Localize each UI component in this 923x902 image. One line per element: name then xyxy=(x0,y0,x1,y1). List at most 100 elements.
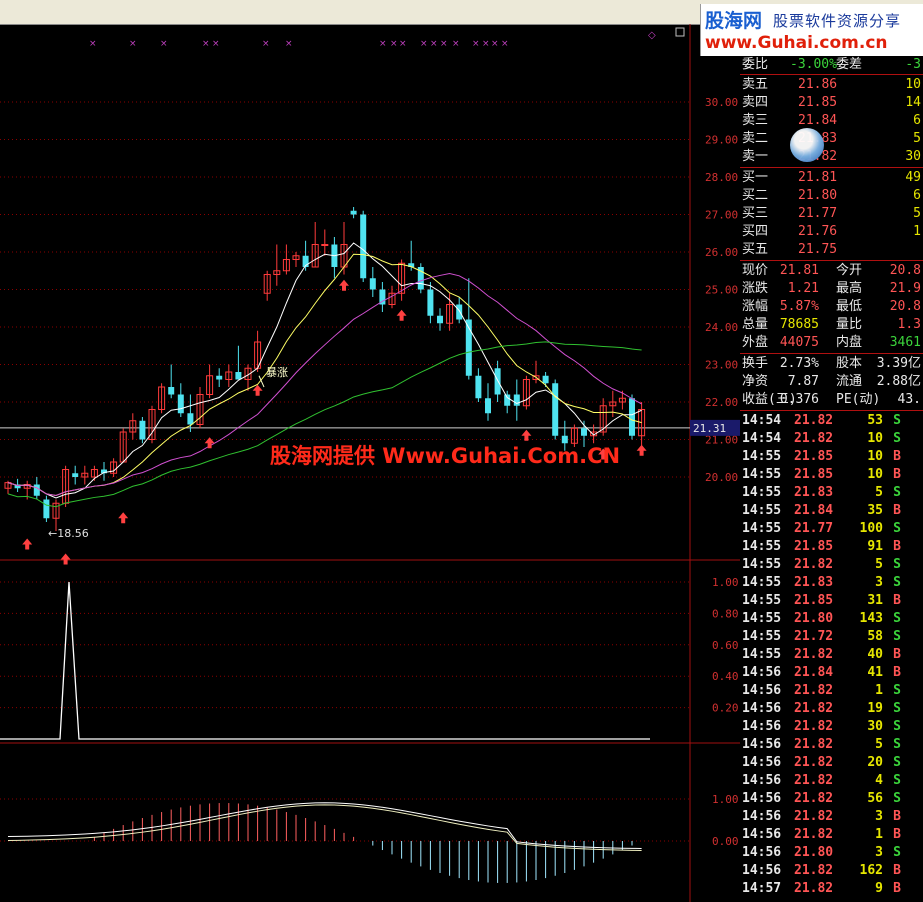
tick-side: B xyxy=(893,647,901,662)
tick-volume: 5 xyxy=(875,485,883,500)
tick-time: 14:54 xyxy=(742,413,782,428)
candle-body-down xyxy=(437,315,443,324)
top-signal-marker: × xyxy=(379,39,387,49)
tick-volume: 5 xyxy=(875,737,883,752)
tick-row: 14:57 21.82 9 B xyxy=(740,880,923,898)
tick-price: 21.80 xyxy=(794,845,834,860)
tick-price: 21.82 xyxy=(794,827,834,842)
top-signal-marker: × xyxy=(482,39,490,49)
tick-time: 14:56 xyxy=(742,773,782,788)
tick-time: 14:55 xyxy=(742,557,782,572)
tick-price: 21.82 xyxy=(794,791,834,806)
tick-row: 14:56 21.82 19 S xyxy=(740,700,923,718)
tick-row: 14:55 21.77 100 S xyxy=(740,520,923,538)
fund-value-2: 43. xyxy=(897,392,921,407)
tick-time: 14:55 xyxy=(742,539,782,554)
buy-price: 21.75 xyxy=(798,242,838,257)
tick-volume: 10 xyxy=(867,449,883,464)
fund-label: 净资 xyxy=(742,374,769,389)
tick-side: S xyxy=(893,737,901,752)
buy-volume: 1 xyxy=(913,224,921,239)
tick-side: B xyxy=(893,665,901,680)
tick-side: S xyxy=(893,701,901,716)
top-signal-marker: × xyxy=(212,39,220,49)
stat-value-2: 3461 xyxy=(889,335,921,350)
ind1-axis-label: 0.20 xyxy=(712,702,739,715)
price-axis-label: 29.00 xyxy=(705,134,738,147)
tick-volume: 143 xyxy=(859,611,883,626)
main-price-chart: × × × × × × × × × × × × × × × × × ×◇←18.56暴涨 xyxy=(0,27,690,565)
order-ratio-row: 委比 -3.00% 委差 -3 xyxy=(740,56,923,74)
price-axis-label: 23.00 xyxy=(705,359,738,372)
sell-level-row: 卖二21.835 xyxy=(740,130,923,148)
tick-side: S xyxy=(893,755,901,770)
current-price-tag: 21.31 xyxy=(693,422,726,435)
tick-time: 14:56 xyxy=(742,863,782,878)
tick-price: 21.82 xyxy=(794,647,834,662)
tick-volume: 30 xyxy=(867,719,883,734)
low-price-label: ←18.56 xyxy=(48,527,89,540)
tick-time: 14:56 xyxy=(742,827,782,842)
sell-level-label: 卖三 xyxy=(742,113,769,128)
candle-body-down xyxy=(72,473,79,477)
stat-label-2: 最高 xyxy=(836,281,863,296)
tick-price: 21.82 xyxy=(794,881,834,896)
ratio-diff-value: -3 xyxy=(905,57,921,72)
tick-volume: 53 xyxy=(867,413,883,428)
tick-side: S xyxy=(893,719,901,734)
tick-row: 14:54 21.82 10 S xyxy=(740,430,923,448)
tick-row: 14:56 21.82 1 B xyxy=(740,826,923,844)
tick-volume: 9 xyxy=(875,881,883,896)
candle-body-down xyxy=(542,375,549,384)
candle-body-down xyxy=(177,394,184,414)
price-axis-label: 20.00 xyxy=(705,471,738,484)
top-signal-marker: × xyxy=(202,39,210,49)
price-axis-label: 28.00 xyxy=(705,171,738,184)
stat-value: 44075 xyxy=(779,335,819,350)
tick-volume: 40 xyxy=(867,647,883,662)
tick-volume: 91 xyxy=(867,539,883,554)
stat-value: 78685 xyxy=(779,317,819,332)
sell-volume: 6 xyxy=(913,113,921,128)
tick-row: 14:56 21.82 162 B xyxy=(740,862,923,880)
candle-body-down xyxy=(187,413,194,425)
tick-price: 21.84 xyxy=(794,503,834,518)
tick-side: B xyxy=(893,449,901,464)
panel-separator xyxy=(740,74,923,75)
top-signal-marker: × xyxy=(440,39,448,49)
chart-axes: 30.00 29.00 28.00 27.00 26.00 25.00 24.00 23.00… xyxy=(690,96,740,848)
fund-label-2: PE(动) xyxy=(836,392,881,407)
candle-body-down xyxy=(33,484,40,496)
tick-price: 21.82 xyxy=(794,557,834,572)
tick-time: 14:56 xyxy=(742,791,782,806)
corner-box-icon xyxy=(675,27,685,37)
tick-time: 14:55 xyxy=(742,485,782,500)
buy-volume: 5 xyxy=(913,206,921,221)
sell-level-label: 卖四 xyxy=(742,95,769,110)
candle-body-down xyxy=(456,304,463,320)
candle-body-down xyxy=(494,368,501,395)
top-signal-marker: × xyxy=(472,39,480,49)
sell-price: 21.86 xyxy=(798,77,838,92)
tick-side: S xyxy=(893,413,901,428)
tick-volume: 100 xyxy=(859,521,883,536)
candle-body-down xyxy=(485,398,491,414)
tick-row: 14:55 21.85 10 B xyxy=(740,466,923,484)
tick-time: 14:56 xyxy=(742,719,782,734)
tick-time: 14:54 xyxy=(742,431,782,446)
buy-price: 21.80 xyxy=(798,188,838,203)
tick-row: 14:56 21.82 3 B xyxy=(740,808,923,826)
ratio-label: 委比 xyxy=(742,57,769,72)
buy-level-row: 买五 21.75 xyxy=(740,241,923,259)
buy-level-row: 买一 21.81 49 xyxy=(740,169,923,187)
ind1-signal-line xyxy=(0,581,650,740)
tick-price: 21.82 xyxy=(794,719,834,734)
buy-volume: 49 xyxy=(905,170,921,185)
candle-body-down xyxy=(475,375,482,399)
stat-value-2: 21.9 xyxy=(889,281,921,296)
ind1-axis-label: 0.80 xyxy=(712,607,739,620)
tick-price: 21.83 xyxy=(794,485,834,500)
tick-side: S xyxy=(893,431,901,446)
tick-volume: 31 xyxy=(867,593,883,608)
panel-separator xyxy=(740,353,923,354)
